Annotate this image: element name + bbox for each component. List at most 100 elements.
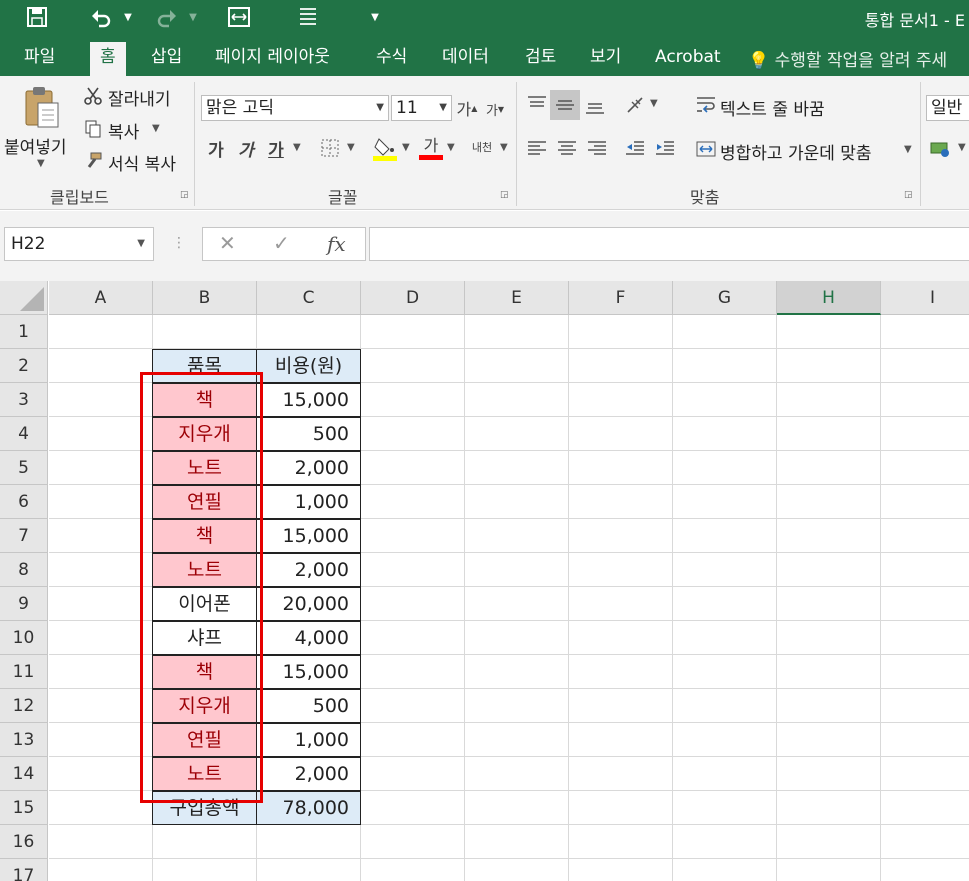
merge-center-icon[interactable]	[694, 136, 718, 162]
font-name-dropdown-icon[interactable]: ▼	[376, 96, 384, 120]
grid-cell[interactable]	[777, 349, 881, 383]
grid-cell[interactable]	[881, 417, 969, 451]
grid-cell[interactable]	[465, 383, 569, 417]
row-header-14[interactable]: 14	[0, 757, 48, 791]
grid-cell[interactable]	[881, 757, 969, 791]
grid-cell[interactable]	[569, 825, 673, 859]
paste-dropdown-icon[interactable]: ▼	[37, 158, 45, 169]
row-header-3[interactable]: 3	[0, 383, 48, 417]
grid-cell[interactable]	[673, 315, 777, 349]
grid-cell[interactable]	[777, 723, 881, 757]
grid-cell[interactable]	[465, 519, 569, 553]
grid-cell[interactable]	[465, 791, 569, 825]
grid-cell[interactable]	[777, 791, 881, 825]
column-header-d[interactable]: D	[361, 281, 465, 315]
grid-cell[interactable]	[673, 859, 777, 881]
grid-cell[interactable]	[49, 553, 153, 587]
phonetic-dropdown-icon[interactable]: ▼	[500, 142, 508, 153]
cost-cell[interactable]: 15,000	[256, 383, 361, 417]
grid-cell[interactable]	[569, 621, 673, 655]
grid-cell[interactable]	[569, 791, 673, 825]
grid-cell[interactable]	[49, 621, 153, 655]
grid-cell[interactable]	[153, 825, 257, 859]
merge-center-dropdown-icon[interactable]: ▼	[904, 144, 912, 155]
grid-cell[interactable]	[49, 315, 153, 349]
item-cell[interactable]: 노트	[152, 553, 257, 587]
grid-cell[interactable]	[673, 553, 777, 587]
grid-cell[interactable]	[49, 587, 153, 621]
wrap-text-icon[interactable]	[694, 92, 718, 118]
cost-cell[interactable]: 2,000	[256, 553, 361, 587]
item-cell[interactable]: 지우개	[152, 689, 257, 723]
grid-cell[interactable]	[153, 315, 257, 349]
grid-cell[interactable]	[49, 383, 153, 417]
orientation-icon[interactable]	[622, 92, 648, 118]
grid-cell[interactable]	[673, 587, 777, 621]
grid-cell[interactable]	[49, 791, 153, 825]
grid-cell[interactable]	[361, 553, 465, 587]
grid-cell[interactable]	[49, 757, 153, 791]
grid-cell[interactable]	[465, 485, 569, 519]
grid-cell[interactable]	[777, 383, 881, 417]
increase-font-size-icon[interactable]: 가 ▲	[456, 96, 478, 120]
grid-cell[interactable]	[257, 315, 361, 349]
merge-center-button[interactable]: 병합하고 가운데 맞춤	[720, 139, 872, 164]
column-header-e[interactable]: E	[465, 281, 569, 315]
align-right-icon[interactable]	[584, 136, 610, 162]
formula-bar-grip-icon[interactable]: ⋮	[172, 235, 186, 251]
tab-home[interactable]: 홈	[90, 42, 126, 76]
enter-icon[interactable]: ✓	[273, 231, 290, 255]
copy-dropdown-icon[interactable]: ▼	[152, 123, 160, 134]
worksheet-grid[interactable]: ABCDEFGHI 1 2 3 4 5 6 7 8 9 10 11 12 13 14 15 16 17 품목 비…	[0, 281, 969, 881]
grid-cell[interactable]	[881, 553, 969, 587]
select-all-corner[interactable]	[0, 281, 48, 315]
cell-b15-total-label[interactable]: 구입총액	[152, 791, 257, 825]
grid-cell[interactable]	[777, 621, 881, 655]
grid-cell[interactable]	[569, 315, 673, 349]
grid-cell[interactable]	[777, 587, 881, 621]
grid-cell[interactable]	[361, 485, 465, 519]
row-header-13[interactable]: 13	[0, 723, 48, 757]
column-header-b[interactable]: B	[153, 281, 257, 315]
grid-cell[interactable]	[881, 723, 969, 757]
item-cell[interactable]: 샤프	[152, 621, 257, 655]
grid-cell[interactable]	[569, 587, 673, 621]
grid-cell[interactable]	[465, 859, 569, 881]
font-color-icon[interactable]: 가	[418, 134, 444, 162]
top-align-icon[interactable]	[524, 92, 550, 118]
grid-cell[interactable]	[361, 587, 465, 621]
row-header-5[interactable]: 5	[0, 451, 48, 485]
save-icon[interactable]	[22, 4, 52, 30]
grid-cell[interactable]	[569, 553, 673, 587]
grid-cell[interactable]	[777, 417, 881, 451]
font-size-combo[interactable]: 11 ▼	[391, 95, 452, 121]
row-header-16[interactable]: 16	[0, 825, 48, 859]
tab-file[interactable]: 파일	[14, 42, 65, 76]
font-size-dropdown-icon[interactable]: ▼	[439, 96, 447, 120]
item-cell[interactable]: 이어폰	[152, 587, 257, 621]
row-header-1[interactable]: 1	[0, 315, 48, 349]
grid-cell[interactable]	[777, 689, 881, 723]
tab-formulas[interactable]: 수식	[366, 42, 417, 76]
grid-cell[interactable]	[49, 451, 153, 485]
italic-button[interactable]: 가	[234, 136, 258, 161]
grid-cell[interactable]	[361, 757, 465, 791]
format-painter-button[interactable]: 서식 복사	[108, 150, 176, 175]
paste-icon[interactable]	[20, 84, 64, 132]
grid-cell[interactable]	[49, 417, 153, 451]
grid-cell[interactable]	[777, 553, 881, 587]
cost-cell[interactable]: 1,000	[256, 723, 361, 757]
cost-cell[interactable]: 1,000	[256, 485, 361, 519]
wrap-text-button[interactable]: 텍스트 줄 바꿈	[720, 95, 825, 120]
grid-cell[interactable]	[881, 791, 969, 825]
row-header-4[interactable]: 4	[0, 417, 48, 451]
cost-cell[interactable]: 2,000	[256, 757, 361, 791]
grid-cell[interactable]	[777, 315, 881, 349]
font-color-dropdown-icon[interactable]: ▼	[447, 142, 455, 153]
formula-input[interactable]	[369, 227, 969, 261]
grid-cell[interactable]	[49, 825, 153, 859]
row-header-12[interactable]: 12	[0, 689, 48, 723]
grid-cell[interactable]	[881, 587, 969, 621]
grid-cell[interactable]	[49, 655, 153, 689]
grid-cell[interactable]	[881, 621, 969, 655]
